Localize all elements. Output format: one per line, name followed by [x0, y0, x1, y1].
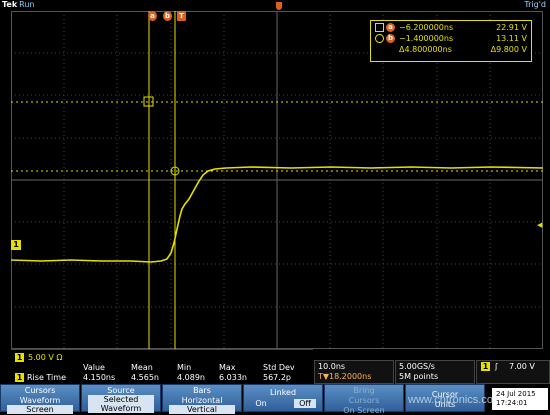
measurement-channel: 1 — [15, 373, 24, 382]
cursor-b-volt: 13.11 V — [496, 34, 527, 43]
watermark: www.cntronics.com — [408, 394, 503, 406]
cursor-b-label: b — [386, 34, 395, 43]
channel-scale[interactable]: 1 5.00 V Ω — [15, 353, 63, 362]
channel-termination: Ω — [56, 353, 63, 362]
value-min: 4.089n — [177, 373, 205, 382]
acquisition-state: Run — [19, 0, 35, 9]
source-selected: Selected — [88, 395, 154, 404]
header-min: Min — [177, 363, 192, 372]
graticule — [11, 11, 543, 349]
trigger-level-marker: ◀ — [537, 221, 543, 229]
bars-button[interactable]: Bars Horizontal Vertical — [162, 384, 242, 414]
channel-1-marker[interactable]: 1 — [11, 240, 21, 250]
trigger-status: Trig'd — [524, 0, 546, 9]
measurement-type: Rise Time — [27, 373, 66, 382]
measurement-label: 1 Rise Time — [15, 373, 66, 382]
time-per-div: 10.0ns — [318, 362, 346, 371]
cursors-label: Cursors — [24, 386, 56, 395]
source-button[interactable]: Source Selected Waveform — [81, 384, 161, 413]
value-std-dev: 567.2p — [263, 373, 291, 382]
trigger-source: 1 — [481, 362, 490, 371]
trigger-readout[interactable]: 1 ʃ 7.00 V — [476, 360, 550, 384]
bring-cursors-on-screen-button[interactable]: Bring Cursors On Screen — [324, 384, 404, 415]
waveform-display[interactable]: 1 ◀ — [11, 11, 543, 351]
cursor-readout: a −6.200000ns 22.91 V b −1.400000ns 13.11 V … — [370, 20, 532, 62]
value-current: 4.150ns — [83, 373, 116, 382]
circle-icon — [375, 34, 384, 43]
bars-horizontal: Horizontal — [181, 396, 223, 405]
linked-button[interactable]: Linked On Off — [243, 384, 323, 412]
header-mean: Mean — [131, 363, 153, 372]
linked-on[interactable]: On — [250, 399, 272, 408]
trigger-position-badge: T — [177, 11, 186, 21]
bars-vertical: Vertical — [169, 405, 235, 414]
header-max: Max — [219, 363, 236, 372]
bars-label: Bars — [193, 386, 211, 395]
trigger-position: T▼18.2000ns — [318, 372, 372, 381]
channel-number: 1 — [15, 353, 24, 362]
cursors-mode-button[interactable]: Cursors Waveform Screen — [0, 384, 80, 414]
bring-label: Bring — [353, 386, 375, 395]
bring-on-screen: On Screen — [343, 406, 385, 415]
record-length: 5M points — [399, 372, 439, 381]
sample-rate: 5.00GS/s — [399, 362, 435, 371]
brand-text: Tek — [2, 0, 18, 9]
value-max: 6.033n — [219, 373, 247, 382]
datetime-display: 24 Jul 2015 17:24:01 — [492, 388, 548, 410]
channel-volts-per-div: 5.00 V — [28, 353, 54, 362]
linked-off[interactable]: Off — [294, 399, 316, 408]
cursor-a-label: a — [386, 23, 395, 32]
bring-cursors: Cursors — [348, 396, 380, 405]
horizontal-readout[interactable]: 10.0ns T▼18.2000ns — [314, 360, 394, 384]
cursor-b-badge[interactable]: b — [163, 11, 172, 21]
acquisition-readout[interactable]: 5.00GS/s 5M points — [395, 360, 475, 384]
cursors-screen: Screen — [7, 405, 73, 414]
linked-toggle[interactable]: On Off — [250, 399, 316, 410]
rising-edge-icon: ʃ — [495, 362, 498, 371]
cursor-a-volt: 22.91 V — [496, 23, 527, 32]
square-icon — [375, 23, 384, 32]
status-bar: Tek Run Trig'd — [0, 0, 550, 11]
source-label: Source — [107, 386, 135, 395]
cursor-a-time: −6.200000ns — [399, 23, 454, 32]
time: 17:24:01 — [496, 399, 528, 407]
delta-time: Δ4.800000ns — [399, 45, 452, 54]
value-mean: 4.565n — [131, 373, 159, 382]
delta-volt: Δ9.800 V — [490, 45, 527, 54]
date: 24 Jul 2015 — [496, 390, 536, 398]
measurement-panel: 1 5.00 V Ω Value Mean Min Max Std Dev 1 Ri… — [11, 349, 313, 384]
brand-logo: Tek Run — [2, 0, 34, 10]
trigger-level: 7.00 V — [509, 362, 535, 371]
linked-label: Linked — [269, 388, 297, 397]
cursors-waveform: Waveform — [19, 396, 61, 405]
header-std-dev: Std Dev — [263, 363, 295, 372]
horizontal-position-marker — [276, 2, 282, 10]
header-value: Value — [83, 363, 105, 372]
cursor-b-time: −1.400000ns — [399, 34, 454, 43]
cursor-a-badge[interactable]: a — [148, 11, 157, 21]
